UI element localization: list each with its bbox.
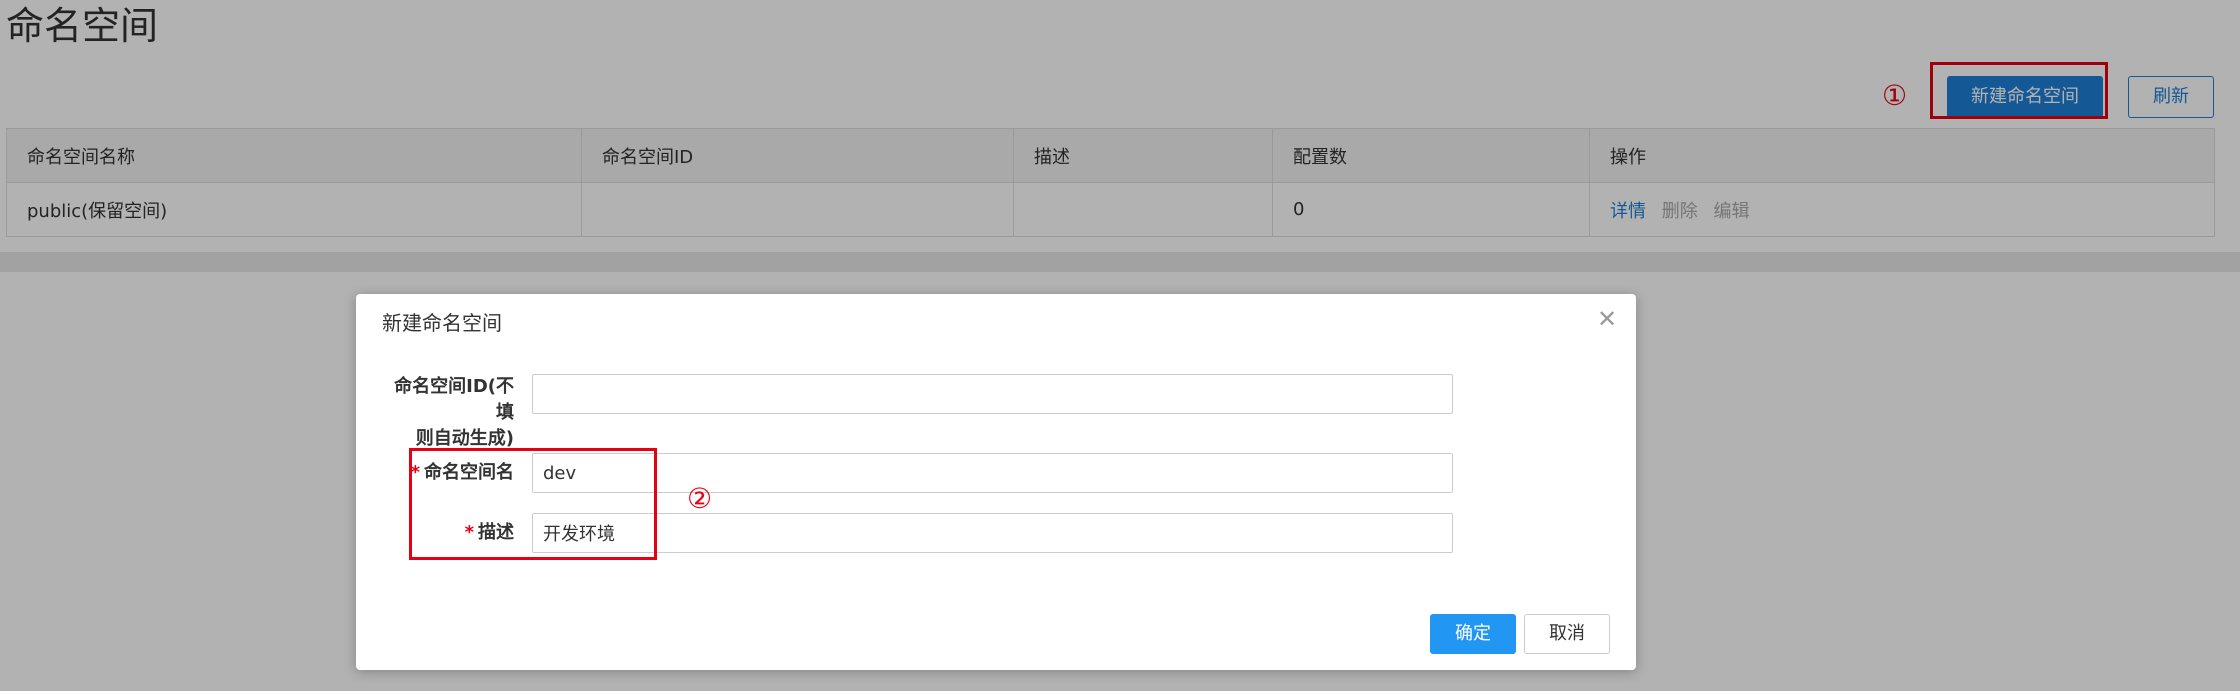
required-mark: * bbox=[464, 522, 474, 543]
namespace-name-input[interactable] bbox=[532, 453, 1453, 493]
namespace-id-input[interactable] bbox=[532, 374, 1453, 414]
page: 命名空间 ① 新建命名空间 刷新 命名空间名称 命名空间ID 描述 配置数 操作… bbox=[0, 0, 2240, 691]
namespace-id-label-line1: 命名空间ID(不填 bbox=[394, 376, 514, 423]
cancel-button[interactable]: 取消 bbox=[1524, 614, 1610, 654]
annotation-marker-2: ② bbox=[687, 482, 713, 515]
description-input[interactable] bbox=[532, 513, 1453, 553]
description-label-text: 描述 bbox=[478, 522, 514, 543]
required-mark: * bbox=[410, 462, 420, 483]
close-icon[interactable]: ✕ bbox=[1592, 304, 1622, 334]
new-namespace-dialog: 新建命名空间 ✕ 命名空间ID(不填 则自动生成) *命名空间名 *描述 ② 确… bbox=[356, 294, 1636, 670]
namespace-id-label: 命名空间ID(不填 则自动生成) bbox=[382, 374, 514, 452]
description-label: * 描述 bbox=[382, 520, 514, 546]
namespace-name-label-text: 命名空间名 bbox=[424, 462, 514, 483]
namespace-name-label: * 命名空间名 bbox=[382, 460, 514, 486]
dialog-title: 新建命名空间 bbox=[382, 311, 502, 335]
namespace-id-label-line2: 则自动生成) bbox=[415, 428, 514, 449]
confirm-button[interactable]: 确定 bbox=[1430, 614, 1516, 654]
